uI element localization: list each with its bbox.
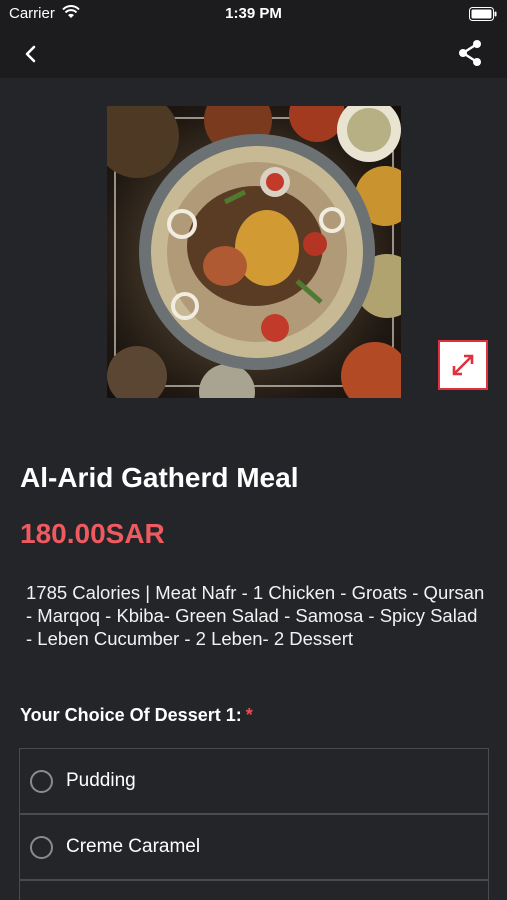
required-marker: * [245,705,253,725]
option-pudding[interactable]: Pudding [19,748,489,814]
option-creme-caramel[interactable]: Creme Caramel [19,814,489,880]
clock: 1:39 PM [225,5,282,22]
product-description: 1785 Calories | Meat Nafr - 1 Chicken - … [26,582,485,649]
expand-icon [452,354,474,376]
battery-icon [469,7,497,21]
share-icon[interactable] [457,39,485,67]
dessert-choice-heading: Your Choice Of Dessert 1: * [20,705,253,726]
radio-button[interactable] [30,836,53,859]
meal-illustration [107,106,401,398]
nav-bar [0,30,507,78]
expand-image-button[interactable] [438,340,488,390]
option-label: Pudding [66,770,136,791]
product-price: 180.00SAR [20,518,165,549]
section-title: Your Choice Of Dessert 1: [20,705,242,725]
product-title: Al-Arid Gatherd Meal [20,462,299,493]
radio-button[interactable] [30,770,53,793]
option-next-partial[interactable] [19,880,489,900]
status-bar: Carrier 1:39 PM [0,0,507,30]
meal-image [107,106,401,398]
back-icon[interactable] [18,40,46,68]
option-label: Creme Caramel [66,836,201,857]
